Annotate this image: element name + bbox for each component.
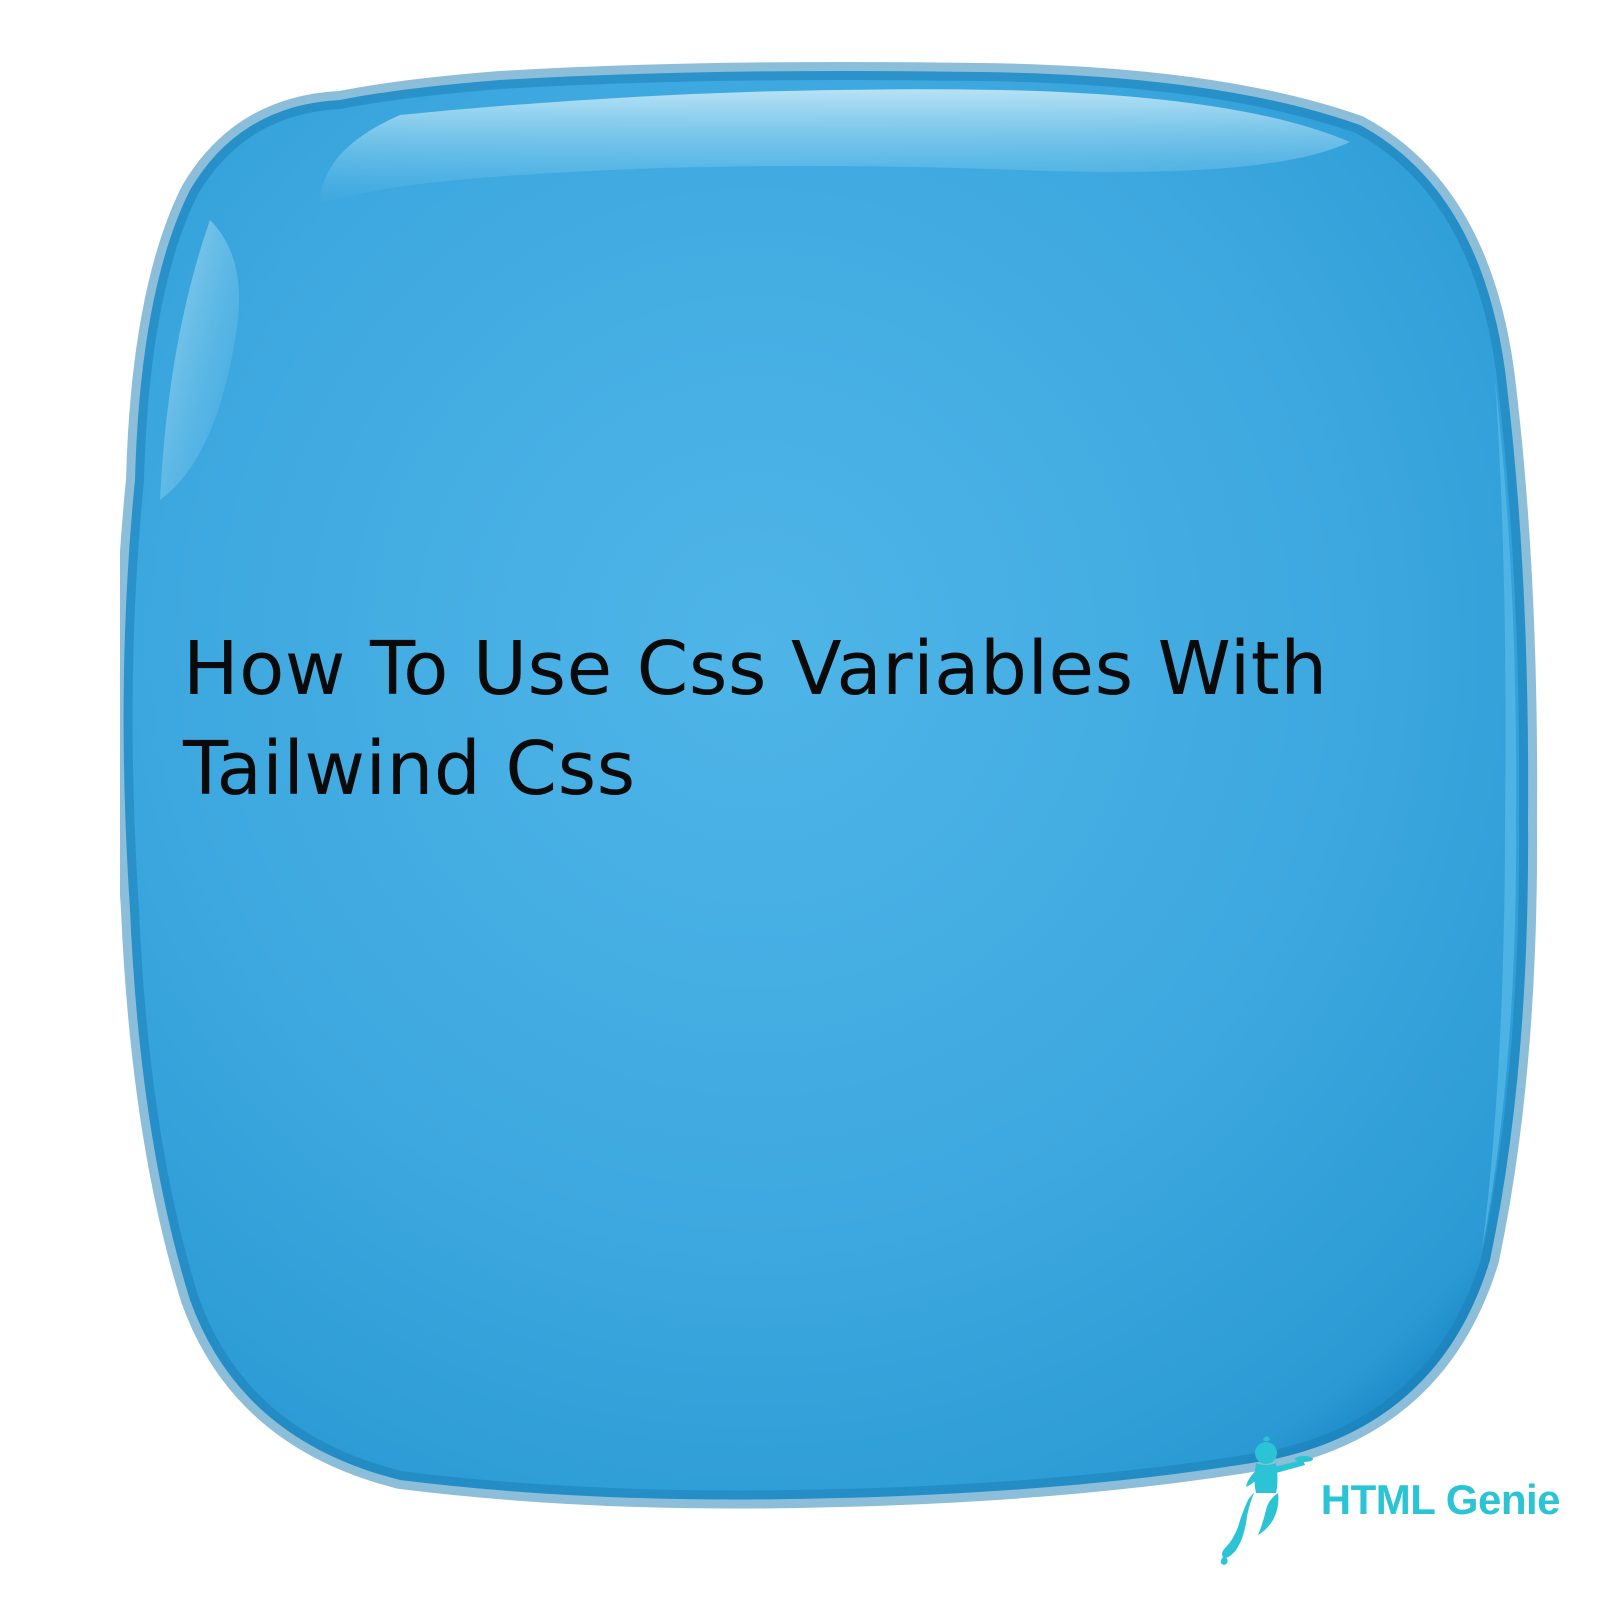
genie-icon (1218, 1435, 1313, 1565)
page-title: How To Use Css Variables With Tailwind C… (183, 620, 1413, 820)
logo-text: HTML Genie (1321, 1476, 1560, 1524)
brand-logo: HTML Genie (1218, 1435, 1560, 1565)
